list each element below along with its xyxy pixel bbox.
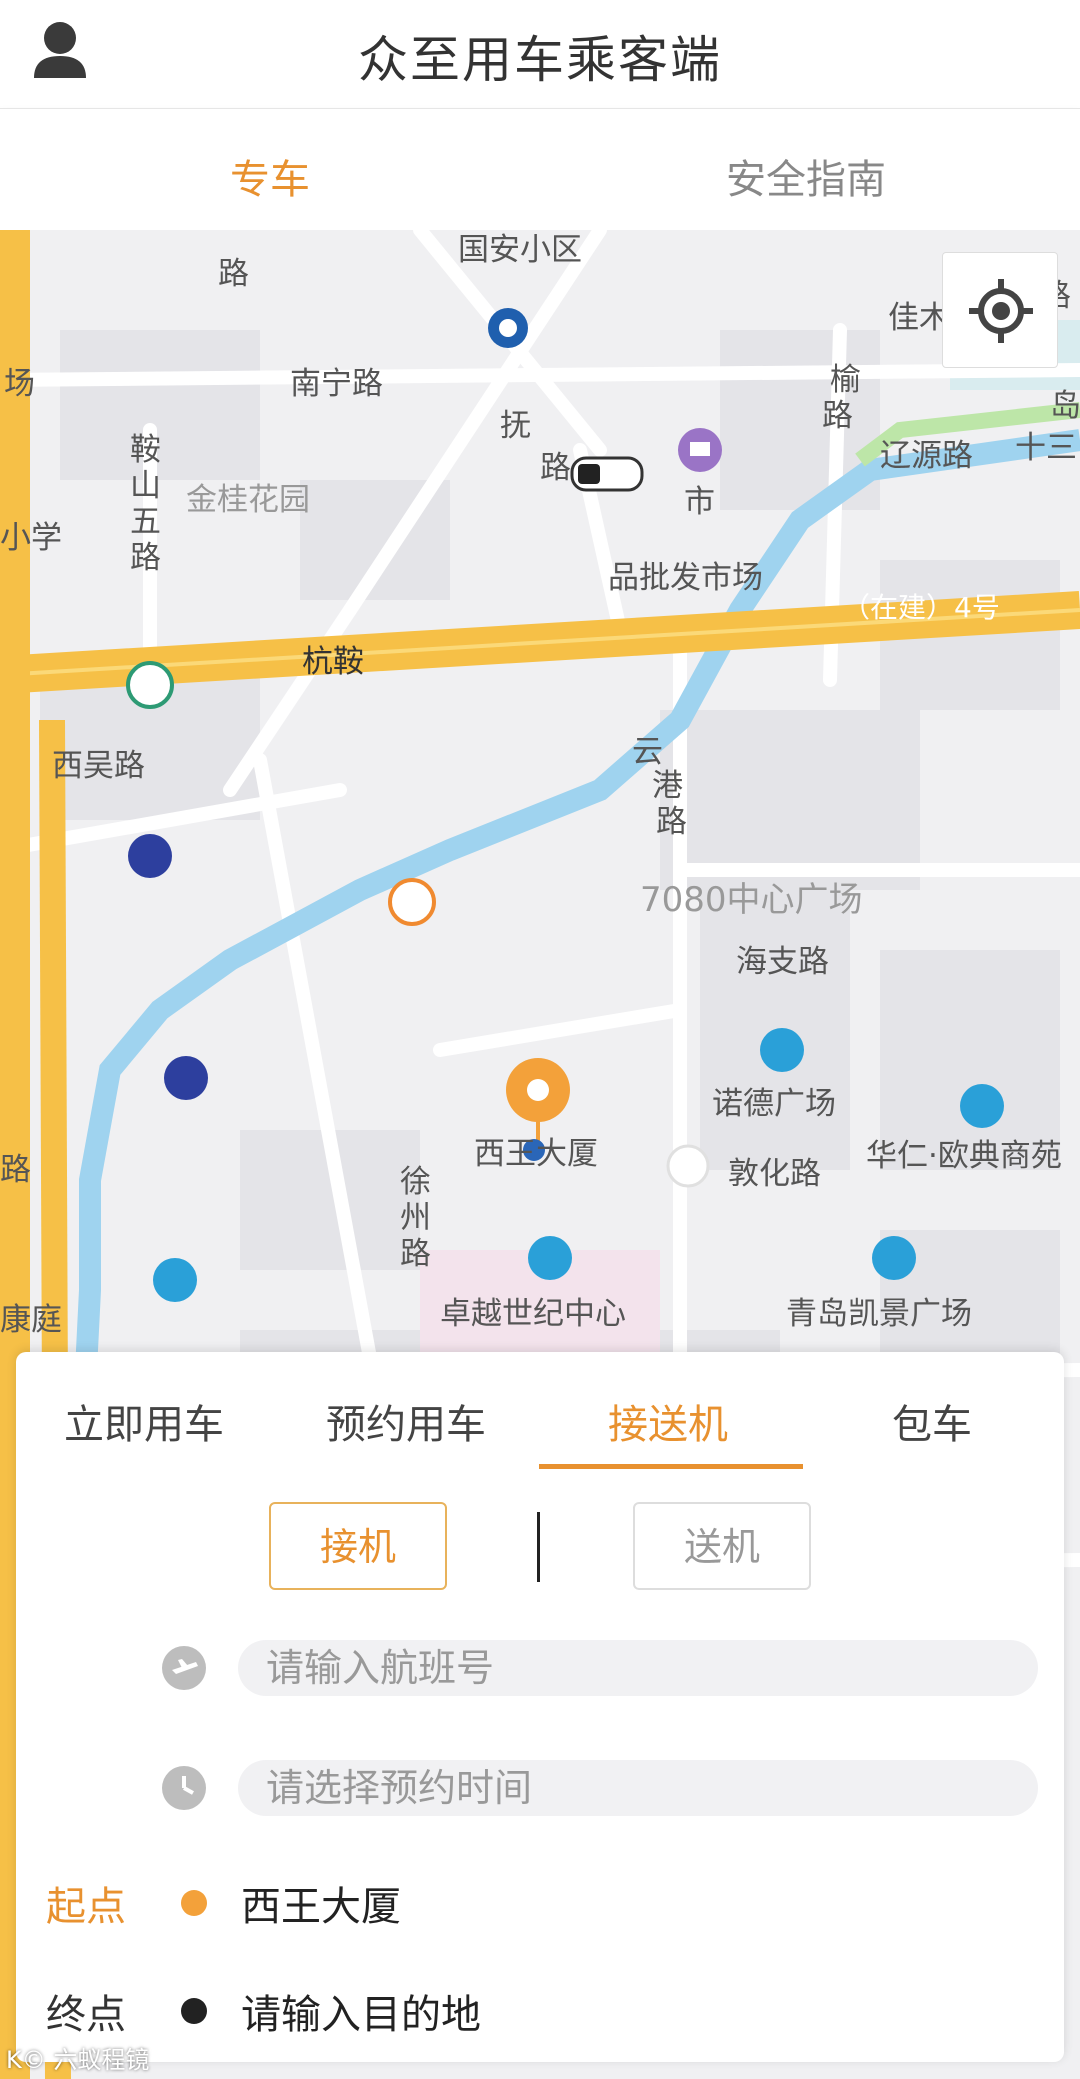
map-label: 路 <box>540 450 571 486</box>
tab-reservation[interactable]: 预约用车 <box>326 1392 486 1450</box>
clock-icon <box>162 1766 206 1810</box>
map-label: 抚 <box>500 408 531 444</box>
locate-button[interactable] <box>942 252 1058 368</box>
map-label: 路 <box>822 398 853 434</box>
map-label: 十三 <box>1015 430 1077 466</box>
map-label: 路 <box>218 256 249 292</box>
map-label: 国安小区 <box>458 232 582 268</box>
map-label: 路 <box>130 540 161 576</box>
start-location[interactable]: 西王大厦 <box>241 1874 401 1932</box>
map-label: 岛 <box>1050 388 1080 424</box>
reservation-time-input[interactable]: 请选择预约时间 <box>238 1760 1038 1816</box>
map-label: 诺德广场 <box>712 1086 836 1122</box>
map-label: 佳木 <box>888 300 950 336</box>
map-label: 敦化路 <box>728 1156 821 1192</box>
map-label: 华仁·欧典商苑 <box>866 1138 1062 1174</box>
tab-safety-guide[interactable]: 安全指南 <box>726 147 886 205</box>
start-label: 起点 <box>46 1884 126 1930</box>
destination-input[interactable]: 请输入目的地 <box>241 1982 481 2040</box>
map-label: 南宁路 <box>290 366 383 402</box>
end-dot-icon <box>181 1998 207 2024</box>
plane-icon <box>162 1646 206 1690</box>
map-label: 西王大厦 <box>474 1136 598 1172</box>
map-label: 杭鞍 <box>302 644 364 680</box>
tab-charter[interactable]: 包车 <box>892 1392 972 1450</box>
map-label: 路 <box>656 804 687 840</box>
divider <box>537 1512 540 1582</box>
top-tab-bar: 专车 安全指南 <box>0 108 1080 230</box>
flight-number-input[interactable]: 请输入航班号 <box>238 1640 1038 1696</box>
tab-zhuanche[interactable]: 专车 <box>230 147 310 205</box>
map-label: 市 <box>684 484 715 520</box>
tab-immediate[interactable]: 立即用车 <box>64 1392 224 1450</box>
map-label: 路 <box>0 1152 31 1188</box>
map-label: 海支路 <box>736 944 829 980</box>
map-label: 品批发市场 <box>608 560 763 596</box>
dropoff-button[interactable]: 送机 <box>633 1502 811 1590</box>
booking-panel: 立即用车 预约用车 接送机 包车 接机 送机 请输入航班号 请选择预约时间 起点… <box>16 1352 1064 2062</box>
map-label: 卓越世纪中心 <box>440 1296 626 1332</box>
map-label: 7080中心广场 <box>640 880 863 920</box>
app-header: 众至用车乘客端 <box>0 0 1080 108</box>
map-label: 金桂花园 <box>186 482 310 518</box>
map-label: 场 <box>4 366 35 402</box>
map-label: 辽源路 <box>880 438 973 474</box>
start-dot-icon <box>181 1890 207 1916</box>
map-label: 路 <box>400 1236 431 1272</box>
app-title: 众至用车乘客端 <box>358 31 722 89</box>
watermark-logo: K© 六蚁程镜 <box>6 2046 150 2074</box>
tab-airport-transfer[interactable]: 接送机 <box>608 1392 728 1450</box>
crosshair-icon <box>969 279 1033 343</box>
app-screen: { "header": { "title": "众至用车乘客端", "avata… <box>0 0 1080 2079</box>
map-label: （在建）4号 <box>842 591 1000 624</box>
map-label: 西吴路 <box>52 748 145 784</box>
end-label: 终点 <box>46 1992 126 2038</box>
active-tab-indicator <box>539 1464 803 1469</box>
pickup-button[interactable]: 接机 <box>269 1502 447 1590</box>
map-label: 小学 <box>0 520 62 556</box>
map-label: 青岛凯景广场 <box>786 1296 972 1332</box>
map-label: 康庭 <box>0 1302 62 1338</box>
